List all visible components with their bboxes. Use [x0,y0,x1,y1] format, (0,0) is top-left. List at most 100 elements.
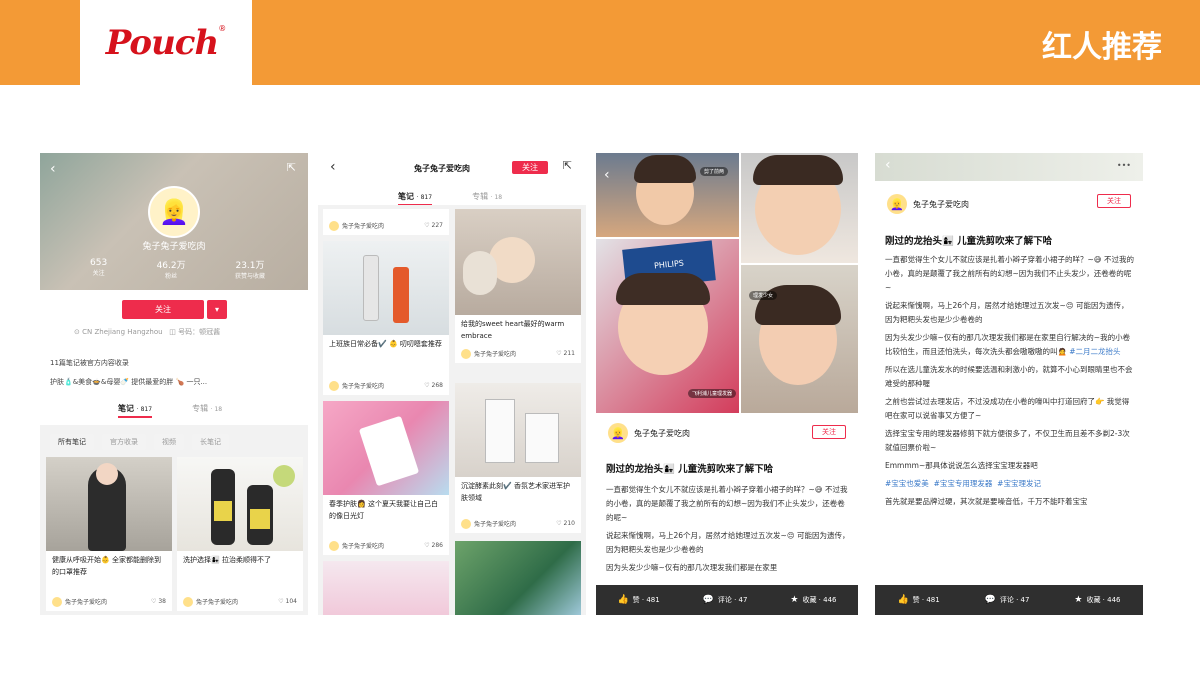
feed-tabs: 笔记 · 817 专辑 · 18 [398,191,502,206]
note-image [323,561,449,615]
mini-avatar [329,381,339,391]
post-paragraph: 一直都觉得生个女儿不就应该是扎着小辫子穿着小裙子的咩？~😅 不过我的小卷，真的是… [885,255,1134,292]
note-card[interactable]: 健康从呼吸开始👶 全家都能删除到的口罩推荐 兔子兔子爱吃肉 ♡ 38 [46,457,172,611]
post-photo[interactable]: ‹ 剪了前两 [596,153,739,237]
mini-avatar [461,349,471,359]
post-photo[interactable]: PHILIPS 飞利浦儿童理发器 [596,239,739,413]
like-button[interactable]: 👍 赞 · 481 [897,595,939,605]
tab-notes[interactable]: 笔记 · 817 [118,403,153,418]
heart-icon[interactable]: ♡ [424,382,429,389]
note-image [177,457,303,551]
follow-button[interactable]: 关注 [122,300,204,319]
like-icon: 👍 [897,595,909,605]
like-count: 210 [563,520,575,528]
filter-long[interactable]: 长笔记 [192,434,229,450]
profile-meta: ⊙ CN Zhejiang Hangzhou ◫ 号码：顿冠酱 [74,327,220,337]
like-count: 104 [285,598,297,606]
collect-button[interactable]: ★ 收藏 · 446 [790,595,836,605]
post-paragraph: 所以在选儿童洗发水的时候要选温和刺激小的，就算不小心到眼睛里也不会难受的那种喔 [885,365,1133,388]
collect-button[interactable]: ★ 收藏 · 446 [1074,595,1120,605]
heart-icon[interactable]: ♡ [424,542,429,549]
like-count: 38 [158,598,166,606]
note-card[interactable]: 上班族日常必备✔️ 👶 叨叨嗯套推荐 兔子兔子爱吃肉 ♡ 268 [323,241,449,395]
heart-icon[interactable]: ♡ [424,222,429,229]
note-title: 健康从呼吸开始👶 全家都能删除到的口罩推荐 [52,556,161,576]
comment-icon: 💬 [984,595,996,605]
post-paragraph: 选择宝宝专用的理发器修剪下就方便很多了，不仅卫生而且差不多剃2-3次就值回票价啦… [885,429,1130,452]
note-card[interactable] [455,541,581,615]
star-icon: ★ [1074,595,1083,605]
feed-title: 兔子兔子爱吃肉 [414,164,470,173]
avatar[interactable]: 👱‍♀️ [887,194,907,214]
avatar[interactable]: 👱‍♀️ [148,186,200,238]
stat-following[interactable]: 653 关注 [90,258,107,280]
filter-video[interactable]: 视频 [154,434,184,450]
comment-button[interactable]: 💬 评论 · 47 [985,595,1030,605]
note-card[interactable]: 兔子兔子爱吃肉 ♡ 227 [323,209,449,235]
chevron-down-icon[interactable]: ▾ [207,300,227,319]
share-icon[interactable]: ⇱ [287,161,296,174]
follow-button[interactable]: 关注 [512,161,548,174]
post-author[interactable]: 👱‍♀️ 兔子兔子爱吃肉 [887,194,969,214]
header-bar: Pouch ® 红人推荐 [0,0,1200,85]
back-icon[interactable]: ‹ [50,161,56,177]
note-image [455,383,581,477]
hashtag-link[interactable]: #宝宝专用理发器 [934,479,993,488]
like-button[interactable]: 👍 赞 · 481 [617,595,659,605]
back-icon[interactable]: ‹ [330,159,336,175]
note-card[interactable]: 春季护肤👩 这个夏天我要让自己白的像日光灯 兔子兔子爱吃肉 ♡ 286 [323,401,449,555]
follow-button[interactable]: 关注 [1097,194,1131,208]
profile-cover: ‹ ⇱ 👱‍♀️ 兔子兔子爱吃肉 653 关注 46.2万 粉丝 23.1万 获赞与收… [40,153,308,290]
avatar[interactable]: 👱‍♀️ [608,423,628,443]
note-author: 兔子兔子爱吃肉 [342,542,385,550]
heart-icon[interactable]: ♡ [556,350,561,357]
heart-icon[interactable]: ♡ [278,598,283,605]
back-icon[interactable]: ‹ [604,167,610,183]
note-author: 兔子兔子爱吃肉 [474,520,517,528]
post-top-bar: ‹ ••• [875,153,1143,181]
photo-tag[interactable]: 飞利浦儿童理发器 [688,389,737,398]
note-card[interactable]: 沉淀酵素此刻✔️ 香氛艺术家进军护肤领域 兔子兔子爱吃肉 ♡ 210 [455,383,581,533]
more-icon[interactable]: ••• [1117,161,1131,170]
note-footer: 兔子兔子爱吃肉 ♡ 104 [183,597,297,607]
logo-text: Pouch [105,22,219,63]
post-photo[interactable] [741,153,858,263]
like-count: 268 [431,382,443,390]
share-icon[interactable]: ⇱ [563,159,572,172]
follow-row: 关注 ▾ [122,300,227,319]
stat-likes[interactable]: 23.1万 获赞与收藏 [235,258,265,280]
stat-followers[interactable]: 46.2万 粉丝 [157,258,186,280]
hashtag-link[interactable]: #宝宝也爱美 [885,479,929,488]
photo-tag[interactable]: 理发少女 [749,291,778,300]
photo-tag[interactable]: 剪了前两 [700,167,729,176]
notes-feed-screenshot: ‹ 兔子兔子爱吃肉 关注 ⇱ 笔记 · 817 专辑 · 18 兔子兔子爱吃肉 … [318,153,586,615]
filter-official[interactable]: 官方收录 [102,434,146,450]
post-author[interactable]: 👱‍♀️ 兔子兔子爱吃肉 [608,423,690,443]
note-card[interactable]: 给我的sweet heart最好的warm embrace 兔子兔子爱吃肉 ♡ … [455,209,581,363]
comment-button[interactable]: 💬 评论 · 47 [703,595,748,605]
tab-notes[interactable]: 笔记 · 817 [398,191,433,206]
heart-icon[interactable]: ♡ [556,520,561,527]
note-image [46,457,172,551]
note-footer: 兔子兔子爱吃肉 ♡ 38 [52,597,166,607]
filter-all[interactable]: 所有笔记 [50,434,94,450]
back-icon[interactable]: ‹ [885,157,891,173]
note-author: 兔子兔子爱吃肉 [65,598,108,606]
hashtag-link[interactable]: #二月二龙抬头 [1069,347,1120,356]
follow-button[interactable]: 关注 [812,425,846,439]
post-paragraph: 说起来惭愧啊，马上26个月，居然才给她理过五次发~😔 可能因为遗传，因为粑粑头发… [885,301,1129,324]
hashtag-link[interactable]: #宝宝理发记 [997,479,1041,488]
note-card[interactable]: 洗护选择👩‍👧 拉治柔顺得不了 兔子兔子爱吃肉 ♡ 104 [177,457,303,611]
post-paragraph: 之前也尝试过去理发店，不过没成功在小卷的嚎叫中打道回府了👉 我觉得吧在家可以说省… [885,397,1130,420]
heart-icon[interactable]: ♡ [151,598,156,605]
tab-albums[interactable]: 专辑 · 18 [192,403,222,418]
tab-albums[interactable]: 专辑 · 18 [472,191,502,206]
profile-name: 兔子兔子爱吃肉 [142,242,206,252]
featured-notes-note[interactable]: 11篇笔记被官方内容收录 [50,358,129,368]
post-photo[interactable]: 理发少女 [741,265,858,413]
post-paragraph: 因为头发少少嘛~仅有的那几次理发我们都是在家里 [606,563,778,572]
note-author: 兔子兔子爱吃肉 [342,222,385,230]
note-footer: 兔子兔子爱吃肉 ♡ 211 [461,349,575,359]
like-icon: 👍 [617,595,629,605]
note-card[interactable] [323,561,449,615]
